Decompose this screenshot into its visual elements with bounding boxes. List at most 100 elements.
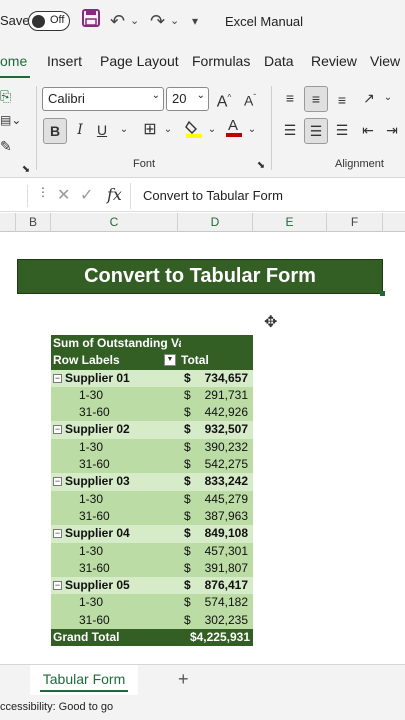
pivot-row-label: 31-60 [79,508,110,523]
column-header-c[interactable]: C [51,213,178,232]
decrease-indent-icon[interactable]: ⇤ [358,118,378,144]
font-launcher-icon[interactable]: ⬊ [255,154,267,180]
fill-handle[interactable] [380,291,385,296]
pivot-row-label: 1-30 [79,491,104,506]
column-header-f[interactable]: F [327,213,383,232]
currency-symbol: $ [184,578,191,593]
more-options-icon[interactable]: ⋮ [37,185,49,199]
font-color-dropdown-icon[interactable]: ⌄ [246,118,258,144]
pivot-table[interactable]: Sum of Outstanding Va Row Labels ▼ Total… [51,335,253,647]
pivot-aging-row[interactable]: 31-60 $391,807 [51,559,253,578]
autosave-toggle[interactable]: Off [28,11,70,31]
pivot-aging-row[interactable]: 1-30 $291,731 [51,386,253,405]
pivot-row-labels[interactable]: Row Labels [53,352,120,369]
title-banner-cell[interactable]: Convert to Tabular Form [17,259,385,296]
collapse-icon[interactable]: − [53,477,62,487]
align-center-icon[interactable]: ☰ [304,118,328,144]
tab-insert[interactable]: Insert [47,53,82,69]
font-group-label: Font [133,158,156,170]
tab-data[interactable]: Data [264,53,294,69]
pivot-supplier-row[interactable]: − Supplier 03 $833,242 [51,473,253,491]
orientation-icon[interactable]: ↗ [358,86,380,112]
row-labels-filter-icon[interactable]: ▼ [164,354,176,367]
font-name-box[interactable]: Calibri ⌄ [42,87,164,111]
align-middle-icon[interactable]: ≡ [304,86,328,112]
align-left-icon[interactable]: ☰ [280,118,300,144]
underline-button[interactable]: U [94,118,110,144]
name-box[interactable] [0,185,28,207]
pivot-aging-row[interactable]: 31-60 $542,275 [51,456,253,474]
formula-input[interactable]: Convert to Tabular Form [130,183,405,209]
borders-dropdown-icon[interactable]: ⌄ [162,118,174,144]
add-sheet-button[interactable]: + [178,669,189,690]
orientation-dropdown-icon[interactable]: ⌄ [382,86,394,112]
pivot-aging-row[interactable]: 31-60 $442,926 [51,404,253,422]
save-icon[interactable] [82,9,100,33]
fill-color-dropdown-icon[interactable]: ⌄ [206,118,218,144]
pivot-aging-row[interactable]: 1-30 $390,232 [51,438,253,457]
collapse-icon[interactable]: − [53,581,62,591]
italic-button[interactable]: I [72,118,88,144]
increase-indent-icon[interactable]: ⇥ [382,118,402,144]
format-painter-icon[interactable]: ✎ [0,134,12,160]
pivot-grand-total-row[interactable]: Grand Total $4,225,931 [51,629,253,647]
pivot-header-row[interactable]: Sum of Outstanding Va [51,335,253,353]
pivot-aging-row[interactable]: 1-30 $445,279 [51,490,253,508]
pivot-row-label: 1-30 [79,439,104,454]
decrease-font-size-icon[interactable]: Aˇ [240,86,260,112]
select-all-corner[interactable] [0,213,16,232]
align-right-icon[interactable]: ☰ [332,118,352,144]
accessibility-status[interactable]: ccessibility: Good to go [0,701,113,713]
fill-color-icon[interactable] [184,118,204,144]
borders-icon[interactable]: ⊞ [140,118,160,144]
tab-page-layout[interactable]: Page Layout [100,53,179,69]
underline-dropdown-icon[interactable]: ⌄ [118,118,130,144]
redo-icon[interactable]: ↷ [150,9,165,33]
group-separator [36,86,37,170]
align-bottom-icon[interactable]: ≡ [332,88,352,114]
pivot-amount: 442,926 [204,405,248,420]
enter-icon[interactable]: ✓ [80,185,93,205]
insert-function-icon[interactable]: fx [107,185,122,204]
pivot-supplier-row[interactable]: − Supplier 04 $849,108 [51,525,253,543]
bold-button[interactable]: B [43,118,67,144]
collapse-icon[interactable]: − [53,373,62,383]
collapse-icon[interactable]: − [53,425,62,435]
redo-dropdown-icon[interactable]: ⌄ [170,9,179,33]
tab-home[interactable]: ome [0,53,27,69]
pivot-value-field[interactable]: Sum of Outstanding Va [53,335,181,352]
pivot-total-header[interactable]: Total [181,352,209,369]
column-header-e[interactable]: E [253,213,327,232]
collapse-icon[interactable]: − [53,529,62,539]
align-top-icon[interactable]: ≡ [280,86,300,112]
undo-dropdown-icon[interactable]: ⌄ [130,9,139,33]
undo-icon[interactable]: ↶ [110,9,125,33]
pivot-supplier-row[interactable]: − Supplier 01 $734,657 [51,369,253,387]
sheet-tab-tabular-form[interactable]: Tabular Form [30,665,138,695]
column-header-d[interactable]: D [178,213,253,232]
column-header-b[interactable]: B [16,213,51,232]
tab-review[interactable]: Review [311,53,357,69]
column-header-g[interactable] [383,213,405,232]
pivot-row-label: 31-60 [79,612,110,627]
font-color-icon[interactable]: A [224,116,244,142]
currency-symbol: $ [184,387,191,402]
pivot-aging-row[interactable]: 31-60 $387,963 [51,507,253,526]
paste-icon[interactable]: ⎘ [0,84,11,110]
pivot-aging-row[interactable]: 1-30 $457,301 [51,542,253,560]
customize-qat-icon[interactable]: ▾ [192,9,198,33]
tab-formulas[interactable]: Formulas [192,53,250,69]
pivot-aging-row[interactable]: 1-30 $574,182 [51,594,253,612]
pivot-row-labels-row[interactable]: Row Labels ▼ Total [51,352,253,370]
sheet-tab-bar: Tabular Form + [0,664,405,698]
font-size-box[interactable]: 20 ⌄ [166,87,209,111]
tab-view[interactable]: View [370,53,400,69]
grand-total-label: Grand Total [53,630,120,645]
increase-font-size-icon[interactable]: A^ [214,86,234,112]
pivot-row-label: 1-30 [79,595,104,610]
pivot-aging-row[interactable]: 31-60 $302,235 [51,611,253,630]
pivot-supplier-row[interactable]: − Supplier 02 $932,507 [51,421,253,439]
pivot-supplier-row[interactable]: − Supplier 05 $876,417 [51,577,253,595]
cancel-icon[interactable]: ✕ [57,185,70,205]
copy-icon[interactable]: ▤⌄ [0,108,21,134]
